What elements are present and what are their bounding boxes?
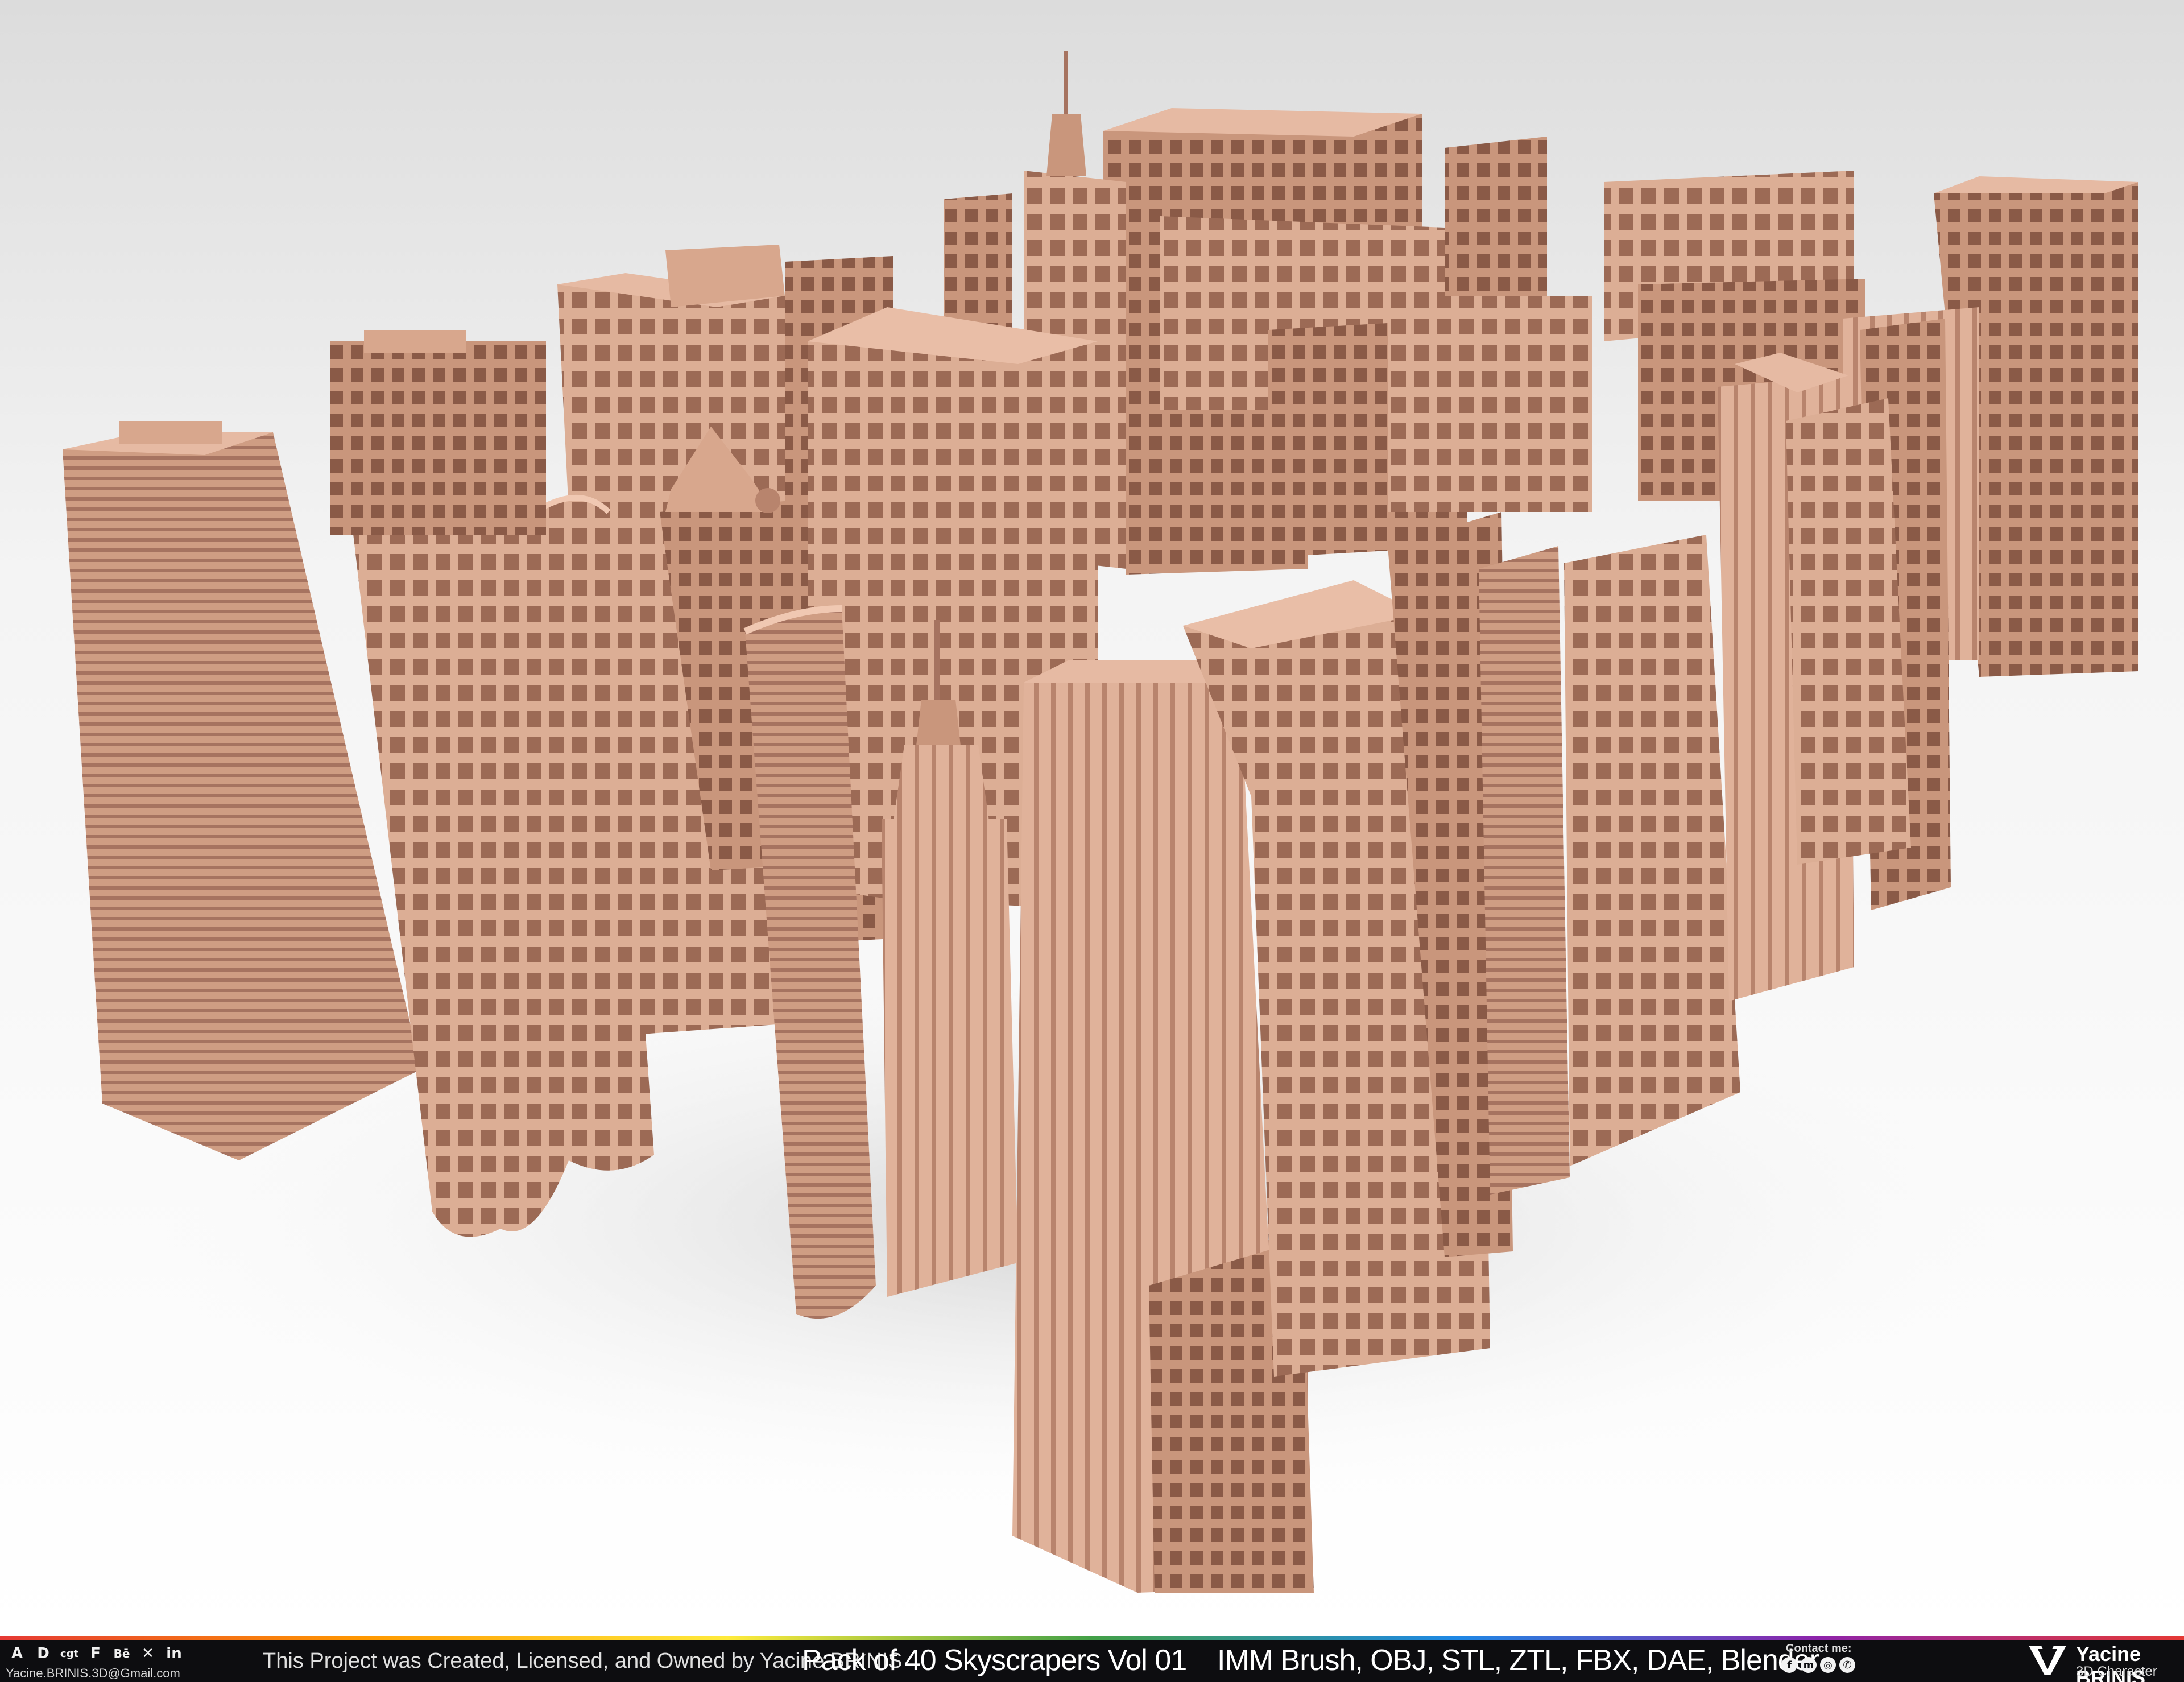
sketchfab-icon[interactable]: F [84, 1644, 107, 1663]
skyscrapers-scene [0, 0, 2184, 1636]
messenger-icon[interactable]: m [1801, 1657, 1817, 1673]
footer-bar: A D cgt F Bē ✕ in Yacine.BRINIS.3D@Gmail… [0, 1636, 2184, 1682]
linkedin-icon[interactable]: in [163, 1644, 185, 1663]
contact-icons: f m ◎ ✆ [1781, 1657, 1855, 1673]
whatsapp-icon[interactable]: ✆ [1839, 1657, 1855, 1673]
x-icon[interactable]: ✕ [136, 1644, 159, 1663]
social-links: A D cgt F Bē ✕ in [6, 1644, 185, 1663]
contact-email[interactable]: Yacine.BRINIS.3D@Gmail.com [6, 1666, 180, 1681]
file-formats: IMM Brush, OBJ, STL, ZTL, FBX, DAE, Blen… [1217, 1644, 1819, 1677]
artstation-icon[interactable]: A [6, 1644, 28, 1663]
cgtrader-icon[interactable]: cgt [58, 1644, 81, 1663]
deviantart-icon[interactable]: D [32, 1644, 55, 1663]
brand-role: 3D Character Artist [2076, 1664, 2157, 1682]
instagram-icon[interactable]: ◎ [1820, 1657, 1836, 1673]
brand-logo-icon [2029, 1646, 2066, 1675]
behance-icon[interactable]: Bē [110, 1644, 133, 1663]
facebook-icon[interactable]: f [1781, 1657, 1797, 1673]
product-title: Pack of 40 Skyscrapers Vol 01 [802, 1644, 1187, 1677]
footer-rainbow-strip [0, 1636, 2184, 1640]
render-stage: A D cgt F Bē ✕ in Yacine.BRINIS.3D@Gmail… [0, 0, 2184, 1682]
contact-label: Contact me: [1786, 1642, 1852, 1655]
